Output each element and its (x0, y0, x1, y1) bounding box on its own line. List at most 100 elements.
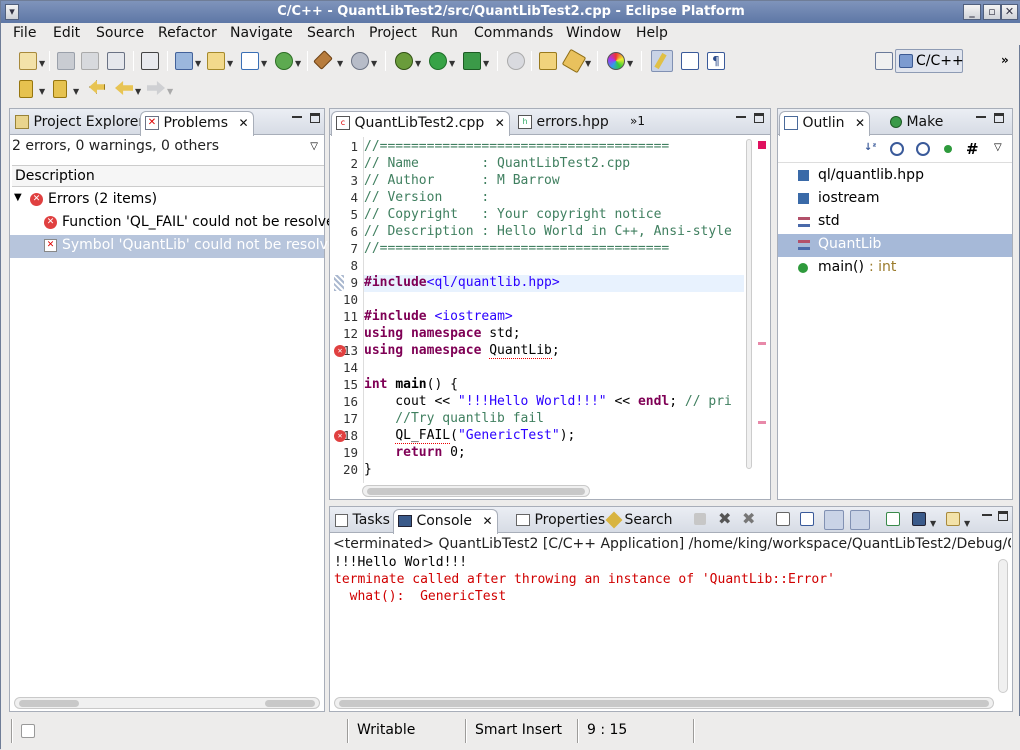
new-class-icon[interactable] (241, 52, 259, 70)
code-line[interactable] (364, 258, 744, 275)
color-wheel-icon[interactable] (607, 52, 625, 70)
overview-ruler-marker[interactable] (758, 342, 766, 345)
maximize-icon[interactable] (310, 113, 320, 123)
menu-file[interactable]: File (13, 25, 36, 41)
code-line[interactable]: // Author : M Barrow (364, 173, 744, 190)
vertical-scrollbar[interactable] (998, 559, 1008, 693)
new-folder-icon[interactable] (207, 52, 225, 70)
outline-item-include[interactable]: ql/quantlib.hpp (778, 165, 1012, 188)
mark-occurrences-icon[interactable] (651, 50, 673, 72)
open-type-icon[interactable] (539, 52, 557, 70)
tab-tasks[interactable]: Tasks (331, 509, 394, 533)
new-file-icon[interactable] (275, 52, 293, 70)
tab-properties[interactable]: Properties (512, 509, 609, 533)
code-line[interactable]: //Try quantlib fail (364, 411, 744, 428)
next-annotation-icon[interactable] (19, 80, 33, 98)
vertical-scrollbar[interactable] (746, 139, 752, 469)
terminate-icon[interactable] (694, 513, 706, 525)
save-icon[interactable] (57, 52, 75, 70)
open-element-icon[interactable] (561, 48, 587, 74)
minimize-icon[interactable] (982, 511, 992, 516)
close-icon[interactable]: ✕ (1001, 4, 1018, 20)
code-line[interactable]: return 0; (364, 445, 744, 462)
menu-run[interactable]: Run (431, 25, 458, 41)
clear-console-icon[interactable] (776, 512, 790, 526)
tab-outline[interactable]: Outlin ✕ (779, 111, 871, 136)
hide-fields-icon[interactable] (890, 142, 904, 156)
open-console-icon[interactable] (946, 512, 960, 526)
scroll-lock-icon[interactable] (800, 512, 814, 526)
menu-refactor[interactable]: Refactor (158, 25, 217, 41)
outline-item-namespace-selected[interactable]: QuantLib (778, 234, 1012, 257)
expand-arrow-icon[interactable]: ▼ (14, 192, 22, 203)
menu-edit[interactable]: Edit (53, 25, 80, 41)
code-editor[interactable]: 1 //=====================================… (332, 137, 744, 483)
block-selection-icon[interactable] (681, 52, 699, 70)
group-includes-icon[interactable]: # (966, 140, 979, 158)
open-perspective-icon[interactable] (875, 52, 893, 70)
menu-search[interactable]: Search (307, 25, 355, 41)
remove-all-icon[interactable]: ✖ (742, 509, 755, 528)
external-tools-icon[interactable] (463, 52, 481, 70)
errors-group-row[interactable]: ▼ ✕ Errors (2 items) (10, 189, 324, 212)
sort-icon[interactable]: ↓ᶻ (864, 142, 877, 153)
menu-help[interactable]: Help (636, 25, 668, 41)
code-line[interactable]: using namespace std; (364, 326, 744, 343)
list-item[interactable]: ✕ Function 'QL_FAIL' could not be resolv… (10, 212, 344, 235)
run-icon[interactable] (429, 52, 447, 70)
forward-icon[interactable] (147, 81, 165, 95)
tab-problems[interactable]: ✕ Problems ✕ (140, 111, 254, 136)
maximize-icon[interactable] (754, 113, 764, 123)
new-project-icon[interactable] (175, 52, 193, 70)
overview-ruler-marker[interactable] (758, 421, 766, 424)
minimize-icon[interactable] (292, 113, 302, 118)
tab-console[interactable]: Console ✕ (393, 509, 498, 534)
view-menu-icon[interactable]: ▽ (994, 142, 1002, 153)
error-marker-icon[interactable]: ✕ (334, 430, 346, 442)
code-line[interactable]: cout << "!!!Hello World!!!" << endl; // … (364, 394, 744, 411)
search-disabled-icon[interactable] (507, 52, 525, 70)
horizontal-scrollbar[interactable] (334, 697, 994, 709)
horizontal-scrollbar[interactable] (362, 485, 590, 497)
code-line[interactable]: } (364, 462, 744, 479)
tab-quantlibtest2-cpp[interactable]: c QuantLibTest2.cpp ✕ (331, 111, 510, 136)
close-tab-icon[interactable]: ✕ (482, 514, 492, 528)
build-icon[interactable] (141, 52, 159, 70)
minimize-icon[interactable] (976, 113, 986, 118)
code-line[interactable]: // Name : QuantLibTest2.cpp (364, 156, 744, 173)
code-line[interactable]: //===================================== (364, 139, 744, 156)
tab-errors-hpp[interactable]: h errors.hpp (514, 111, 613, 135)
code-line[interactable]: #include <iostream> (364, 309, 744, 326)
code-line[interactable]: QL_FAIL("GenericTest"); (364, 428, 744, 445)
code-line[interactable]: // Description : Hello World in C++, Ans… (364, 224, 744, 241)
menu-window[interactable]: Window (566, 25, 621, 41)
hide-nonpublic-icon[interactable] (944, 145, 952, 153)
code-line[interactable]: //===================================== (364, 241, 744, 258)
show-whitespace-icon[interactable]: ¶ (707, 52, 725, 70)
maximize-icon[interactable] (994, 113, 1004, 123)
column-header[interactable]: Description (12, 165, 324, 187)
pin-console-icon[interactable] (886, 512, 900, 526)
tab-search[interactable]: Search (604, 509, 677, 533)
outline-item-namespace[interactable]: std (778, 211, 1012, 234)
list-item-selected[interactable]: ✕ Symbol 'QuantLib' could not be resolve… (10, 235, 345, 258)
outline-item-function[interactable]: main() : int (778, 257, 1012, 280)
perspective-cpp-button[interactable]: C/C++ (895, 49, 964, 73)
maximize-icon[interactable]: ▫ (983, 4, 1001, 20)
code-line[interactable]: // Copyright : Your copyright notice (364, 207, 744, 224)
code-line[interactable] (364, 360, 744, 377)
close-tab-icon[interactable]: ✕ (495, 116, 505, 130)
menu-navigate[interactable]: Navigate (230, 25, 293, 41)
code-line[interactable]: #include<ql/quantlib.hpp> (364, 275, 744, 292)
maximize-icon[interactable] (998, 511, 1008, 521)
menu-source[interactable]: Source (96, 25, 144, 41)
back-icon[interactable] (115, 81, 133, 95)
code-line[interactable]: using namespace QuantLib; (364, 343, 744, 360)
minimize-icon[interactable]: _ (963, 4, 981, 20)
outline-item-include[interactable]: iostream (778, 188, 1012, 211)
toolbar-overflow-icon[interactable]: » (1001, 53, 1009, 67)
hammer-icon[interactable] (313, 50, 333, 70)
horizontal-scrollbar[interactable] (14, 697, 320, 709)
tab-project-explorer[interactable]: Project Explorer (11, 111, 148, 135)
print-icon[interactable] (107, 52, 125, 70)
